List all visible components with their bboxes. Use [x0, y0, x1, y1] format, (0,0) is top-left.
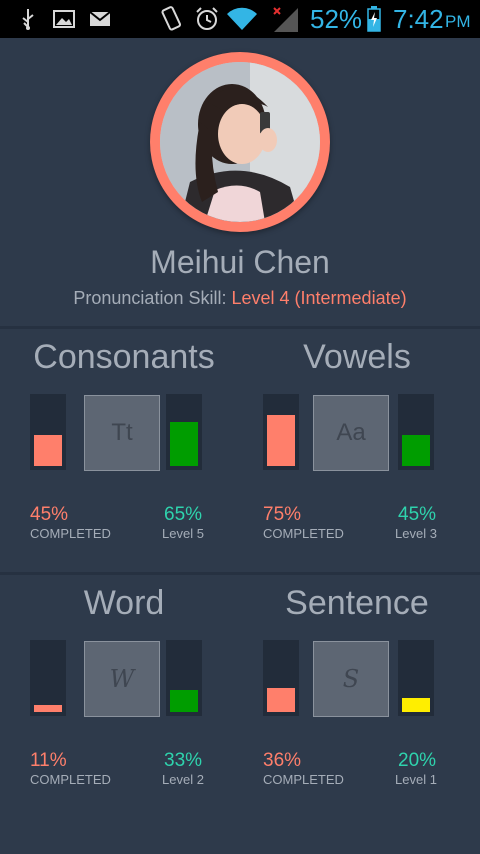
level-bar	[398, 640, 434, 716]
card-consonants[interactable]: Consonants Tt 45% COMPLETED 65% Level 5	[4, 338, 244, 568]
alarm-icon	[194, 0, 220, 38]
card-word[interactable]: Word W 11% COMPLETED 33% Level 2	[4, 584, 244, 814]
clock-ampm: PM	[445, 12, 471, 31]
completed-label: COMPLETED	[263, 526, 344, 541]
level-label: Level 3	[395, 526, 437, 541]
signal-icon	[270, 0, 300, 38]
letter-tile[interactable]: Aa	[313, 395, 389, 471]
completed-label: COMPLETED	[30, 526, 111, 541]
completed-bar	[30, 640, 66, 716]
level-percent: 45%	[398, 504, 437, 525]
letter-tile[interactable]: W	[84, 641, 160, 717]
card-vowels[interactable]: Vowels Aa 75% COMPLETED 45% Level 3	[237, 338, 477, 568]
level-bar-fill	[402, 698, 430, 712]
completed-label: COMPLETED	[263, 772, 344, 787]
divider	[0, 326, 480, 329]
completed-bar-fill	[267, 415, 295, 466]
completed-percent: 75%	[263, 504, 302, 525]
letter-tile[interactable]: Tt	[84, 395, 160, 471]
usb-icon	[16, 0, 40, 38]
level-label: Level 1	[395, 772, 437, 787]
level-percent: 20%	[398, 750, 437, 771]
skill-level: Level 4 (Intermediate)	[231, 288, 407, 308]
level-bar	[398, 394, 434, 470]
letter-tile[interactable]: S	[313, 641, 389, 717]
completed-percent: 36%	[263, 750, 302, 771]
card-title: Consonants	[33, 338, 215, 376]
level-bar-fill	[170, 690, 198, 712]
avatar[interactable]	[160, 62, 320, 222]
completed-bar-fill	[34, 435, 62, 466]
level-label: Level 5	[162, 526, 204, 541]
clock-time: 7:42	[393, 4, 444, 34]
level-label: Level 2	[162, 772, 204, 787]
pronunciation-skill: Pronunciation Skill: Level 4 (Intermedia…	[0, 288, 480, 309]
completed-bar	[30, 394, 66, 470]
battery-charging-icon	[366, 0, 382, 38]
card-title: Sentence	[285, 584, 429, 622]
completed-bar	[263, 394, 299, 470]
level-percent: 33%	[164, 750, 203, 771]
vibrate-icon	[158, 0, 184, 38]
completed-percent: 45%	[30, 504, 69, 525]
wifi-icon	[226, 0, 258, 38]
skill-label: Pronunciation Skill:	[73, 288, 227, 308]
card-title: Word	[83, 584, 165, 622]
level-bar	[166, 640, 202, 716]
card-title: Vowels	[303, 338, 411, 376]
completed-bar	[263, 640, 299, 716]
completed-bar-fill	[34, 705, 62, 712]
completed-percent: 11%	[30, 750, 67, 771]
card-sentence[interactable]: Sentence S 36% COMPLETED 20% Level 1	[237, 584, 477, 814]
status-bar: 52% 7:42 PM	[0, 0, 480, 38]
level-bar	[166, 394, 202, 470]
image-icon	[52, 0, 76, 38]
level-percent: 65%	[164, 504, 203, 525]
completed-bar-fill	[267, 688, 295, 712]
user-name: Meihui Chen	[150, 244, 330, 280]
mail-icon	[88, 0, 112, 38]
battery-percent: 52%	[310, 4, 363, 34]
divider	[0, 572, 480, 575]
avatar-photo	[160, 62, 320, 222]
completed-label: COMPLETED	[30, 772, 111, 787]
level-bar-fill	[402, 435, 430, 466]
level-bar-fill	[170, 422, 198, 466]
